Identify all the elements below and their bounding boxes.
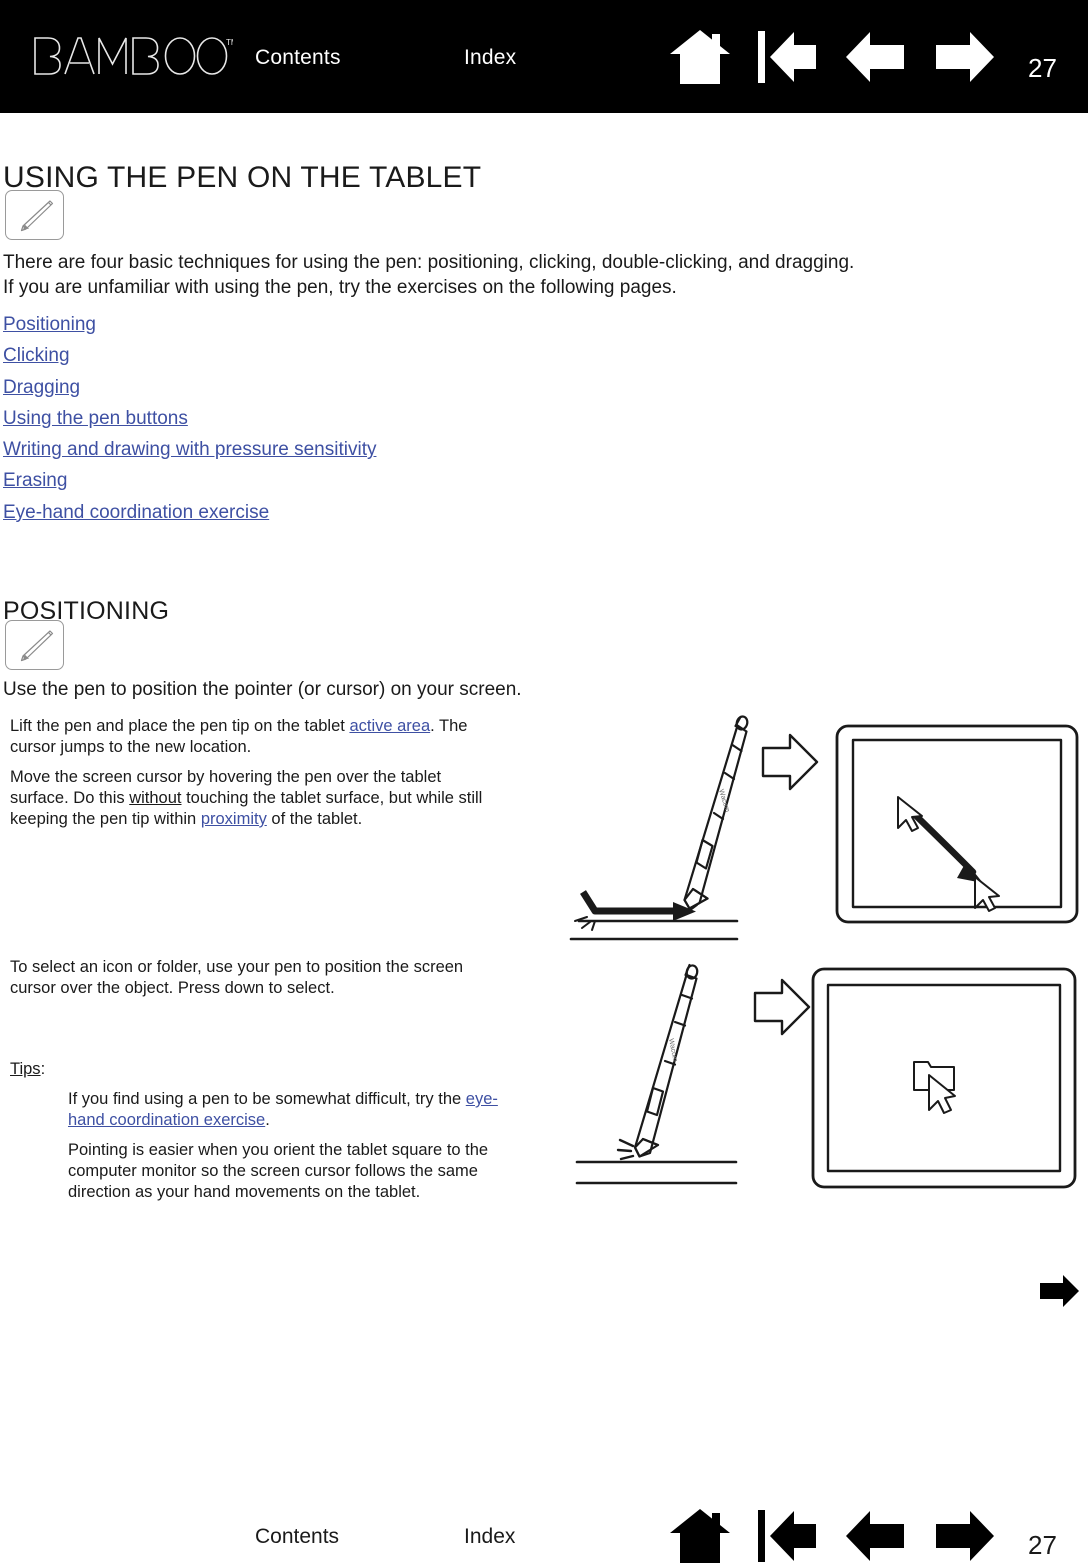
next-page-arrow-icon[interactable] [1038,1272,1080,1310]
tip1-after-link: . [265,1111,270,1129]
stylus-pen [633,963,699,1158]
para2-part3: of the tablet. [266,810,363,828]
page-title: USING THE PEN ON THE TABLET [3,161,482,195]
next-page-icon[interactable] [932,1507,996,1565]
paragraph-lift-the-pen: Lift the pen and place the pen tip on th… [10,716,500,758]
link-positioning[interactable]: Positioning [3,309,96,340]
section-lead-text: Use the pen to position the pointer (or … [3,679,522,700]
screen-cursor-start [897,796,923,832]
pen-badge-icon-top [5,190,64,240]
footer-contents-link[interactable]: Contents [255,1525,339,1549]
tips-label: Tips: [10,1059,500,1080]
positioning-text-block-2: To select an icon or folder, use your pe… [10,957,500,1008]
tips-label-colon: : [40,1060,46,1078]
home-icon[interactable] [668,28,732,86]
right-arrow-outline-icon [753,978,811,1036]
section-link-list: Positioning Clicking Dragging Using the … [3,309,623,528]
intro-paragraph: There are four basic techniques for usin… [3,250,1063,300]
link-eye-hand-coordination-exercise[interactable]: Eye-hand coordination exercise [3,497,269,528]
previous-page-icon[interactable] [844,28,908,86]
home-icon[interactable] [668,1507,732,1565]
paragraph-to-select-an-icon: To select an icon or folder, use your pe… [10,958,464,997]
first-page-icon[interactable] [756,1507,820,1565]
page-header: TM Contents Index 27 [0,0,1088,113]
page-footer [0,1500,1088,1564]
previous-page-icon[interactable] [844,1507,908,1565]
pen-badge-icon-positioning [5,620,64,670]
para1-before-link: Lift the pen and place the pen tip on th… [10,717,350,735]
link-erasing[interactable]: Erasing [3,465,67,496]
header-page-number: 27 [1028,53,1057,83]
right-arrow-outline-icon [761,733,819,791]
positioning-text-block-1: Lift the pen and place the pen tip on th… [10,716,500,839]
trademark-symbol: TM [226,38,233,47]
tip-item-1: If you find using a pen to be somewhat d… [68,1089,500,1131]
intro-line-2: If you are unfamiliar with using the pen… [3,277,677,298]
tips-label-text: Tips [10,1060,41,1078]
bamboo-logo: TM [33,34,233,78]
pen-brand-label: Wacom [667,1038,678,1063]
pen-brand-label: Wacom [717,789,731,814]
intro-line-1: There are four basic techniques for usin… [3,252,855,273]
tips-list: If you find using a pen to be somewhat d… [68,1089,500,1203]
footer-index-link[interactable]: Index [464,1525,515,1549]
link-proximity[interactable]: proximity [201,810,267,828]
paragraph-move-the-screen-cursor: Move the screen cursor by hovering the p… [10,767,500,830]
illustration-pen-press-selects-folder: Wacom [565,957,1085,1197]
header-contents-link[interactable]: Contents [255,46,341,70]
illustration-pen-hover-moves-cursor: Wacom [565,712,1085,947]
stylus-pen [683,715,749,910]
footer-page-number: 27 [1028,1530,1057,1560]
tip1-before-link: If you find using a pen to be somewhat d… [68,1090,466,1108]
para2-emphasis-without: without [129,789,182,807]
first-page-icon[interactable] [756,28,820,86]
link-active-area[interactable]: active area [349,717,430,735]
tip-item-2: Pointing is easier when you orient the t… [68,1141,489,1201]
tips-block: Tips: If you find using a pen to be some… [10,1059,500,1212]
link-dragging[interactable]: Dragging [3,372,80,403]
header-index-link[interactable]: Index [464,46,516,70]
link-using-the-pen-buttons[interactable]: Using the pen buttons [3,403,188,434]
link-clicking[interactable]: Clicking [3,340,70,371]
next-page-icon[interactable] [932,28,996,86]
link-writing-and-drawing-with-pressure-sensitivity[interactable]: Writing and drawing with pressure sensit… [3,434,376,465]
